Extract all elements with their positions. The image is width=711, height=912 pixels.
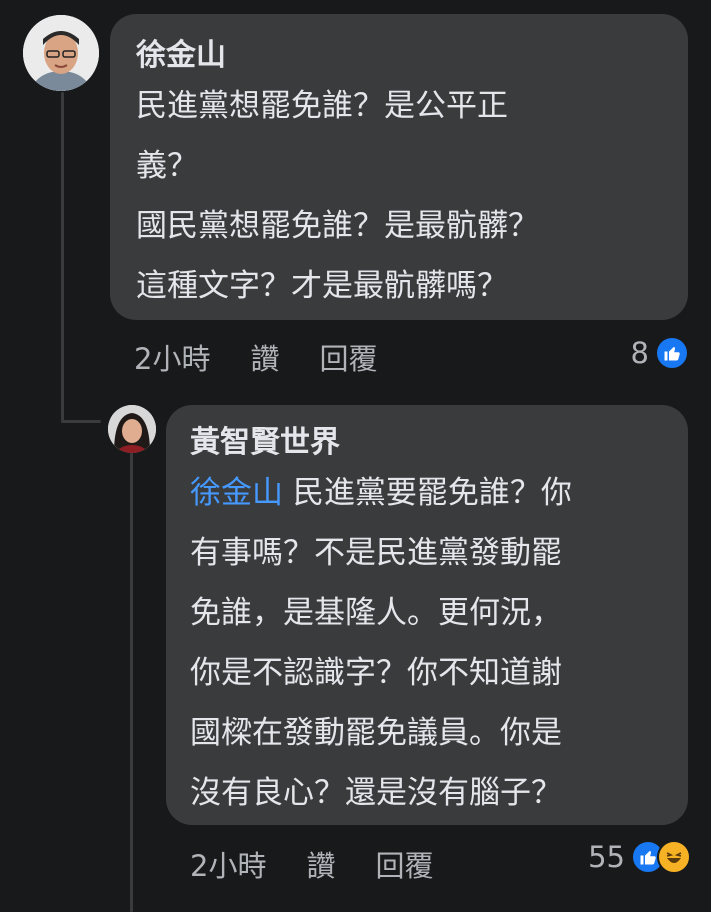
reply-line: 有事嗎？不是民進黨發動罷 (190, 535, 562, 571)
reply-actions: 2小時 讚 回覆 (190, 843, 473, 885)
reaction-summary[interactable]: 55 (588, 840, 691, 874)
avatar[interactable] (108, 405, 156, 453)
timestamp[interactable]: 2小時 (190, 843, 266, 885)
reply-line: 徐金山 民進黨要罷免誰？你 (190, 475, 572, 511)
like-button[interactable]: 讚 (306, 843, 335, 885)
comment-line: 民進黨想罷免誰？是公平正 (136, 88, 508, 124)
comment-actions: 2小時 讚 回覆 (134, 336, 417, 378)
comment-line: 國民黨想罷免誰？是最骯髒？ (136, 208, 539, 244)
reaction-summary[interactable]: 8 (631, 336, 689, 370)
mention-link[interactable]: 徐金山 (190, 475, 283, 511)
reply-line: 國樑在發動罷免議員。你是 (190, 715, 562, 751)
comment-text: 民進黨想罷免誰？是公平正 義？ 國民黨想罷免誰？是最骯髒？ 這種文字？才是最骯髒嗎？ (136, 76, 662, 316)
like-button[interactable]: 讚 (250, 336, 279, 378)
reply-line: 免誰，是基隆人。更何況， (190, 595, 562, 631)
comment-line: 這種文字？才是最骯髒嗎？ (136, 268, 508, 304)
reply-button[interactable]: 回覆 (375, 843, 433, 885)
reply-line: 沒有良心？還是沒有腦子？ (190, 775, 562, 811)
avatar[interactable] (23, 15, 99, 91)
thread-connector-branch (61, 420, 101, 423)
reply-button[interactable]: 回覆 (319, 336, 377, 378)
timestamp[interactable]: 2小時 (134, 336, 210, 378)
reply-bubble[interactable]: 黃智賢世界 徐金山 民進黨要罷免誰？你 有事嗎？不是民進黨發動罷 免誰，是基隆人。更… (166, 405, 688, 825)
reaction-count: 55 (588, 840, 625, 874)
reply-line: 你是不認識字？你不知道謝 (190, 655, 562, 691)
reaction-count: 8 (630, 336, 649, 370)
reply-text: 徐金山 民進黨要罷免誰？你 有事嗎？不是民進黨發動罷 免誰，是基隆人。更何況， 你是不… (190, 463, 664, 823)
haha-icon (657, 840, 691, 874)
comment-bubble[interactable]: 徐金山 民進黨想罷免誰？是公平正 義？ 國民黨想罷免誰？是最骯髒？ 這種文字？才是最骯… (110, 14, 688, 320)
thread-connector (61, 92, 64, 422)
comment-author[interactable]: 徐金山 (136, 36, 662, 76)
reply-author[interactable]: 黃智賢世界 (190, 423, 664, 463)
comment-line: 義？ (136, 148, 198, 184)
reply-thread-connector (130, 452, 133, 912)
like-icon (655, 336, 689, 370)
